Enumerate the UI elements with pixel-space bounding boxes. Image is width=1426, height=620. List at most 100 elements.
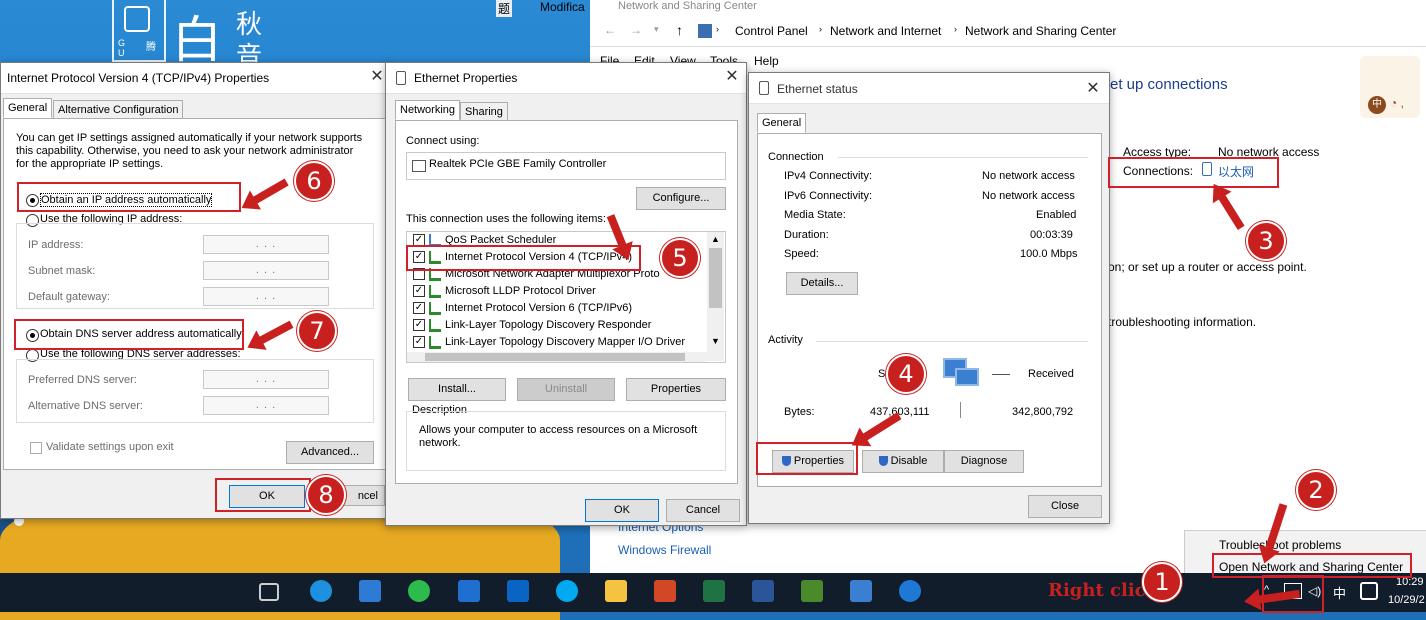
brand-small-text: 腾 [146, 42, 156, 53]
divider [816, 341, 1088, 342]
file-explorer-icon[interactable] [605, 580, 627, 602]
brand-shield-icon [124, 6, 150, 32]
scroll-thumb[interactable] [709, 248, 722, 308]
validate-checkbox[interactable] [30, 442, 42, 454]
cancel-button[interactable]: Cancel [666, 499, 740, 522]
wechat-icon[interactable] [408, 580, 430, 602]
edge-icon[interactable] [899, 580, 921, 602]
desktop-window-text: 题 [496, 0, 513, 17]
path-chevron-icon: › [819, 24, 822, 34]
desktop-window-text-2: Modifica [540, 0, 585, 14]
networking-panel: Connect using: Realtek PCIe GBE Family C… [395, 120, 738, 484]
outlook-icon[interactable] [507, 580, 529, 602]
scroll-down-icon[interactable]: ▼ [711, 336, 720, 346]
app-icon[interactable] [801, 580, 823, 602]
list-item[interactable]: ✓ Microsoft LLDP Protocol Driver [413, 283, 596, 300]
adapter-box: Realtek PCIe GBE Family Controller [406, 152, 726, 180]
preferred-dns-field[interactable]: . . . [203, 370, 329, 389]
connection-label: Connection [768, 151, 824, 163]
windows-firewall-link[interactable]: Windows Firewall [618, 543, 711, 557]
ethernet-icon [759, 81, 769, 95]
tab-alternative-configuration[interactable]: Alternative Configuration [53, 100, 184, 120]
highlight-auto-ip [17, 182, 241, 212]
ipv4-connectivity-label: IPv4 Connectivity: [784, 170, 873, 182]
preferred-dns-label: Preferred DNS server: [28, 374, 137, 386]
advanced-button[interactable]: Advanced... [286, 441, 374, 464]
menu-item-troubleshoot[interactable]: Troubleshoot problems [1219, 538, 1341, 552]
back-icon[interactable]: ← [604, 23, 616, 37]
address-bar[interactable]: ← → ▾ ↑ › Control Panel › Network and In… [590, 18, 1426, 47]
clock-date[interactable]: 10/29/2 [1388, 594, 1425, 606]
ok-button[interactable]: OK [585, 499, 659, 522]
remote-desktop-icon[interactable] [850, 580, 872, 602]
connect-using-label: Connect using: [406, 135, 480, 147]
list-item[interactable]: ✓ Link-Layer Topology Discovery Responder [413, 317, 651, 334]
list-scrollbar[interactable]: ▲ ▼ [707, 232, 724, 361]
details-button[interactable]: Details... [786, 272, 858, 295]
item-checkbox[interactable]: ✓ [413, 336, 425, 349]
step-marker-4: 4 [886, 354, 926, 394]
q-app-icon[interactable] [1360, 582, 1378, 600]
disable-label: Disable [890, 455, 928, 467]
browser-icon[interactable] [310, 580, 332, 602]
mail-bird-icon[interactable] [359, 580, 381, 602]
alternative-dns-field[interactable]: . . . [203, 396, 329, 415]
speed-label: Speed: [784, 248, 819, 260]
skype-icon[interactable] [556, 580, 578, 602]
close-icon[interactable]: ✕ [1083, 79, 1103, 99]
default-gateway-field[interactable]: . . . [203, 287, 329, 306]
window-title-bar: Network and Sharing Center [590, 0, 1426, 16]
subnet-mask-field[interactable]: . . . [203, 261, 329, 280]
ip-address-label: IP address: [28, 239, 84, 251]
scroll-up-icon[interactable]: ▲ [711, 234, 720, 244]
close-button[interactable]: Close [1028, 495, 1102, 518]
menu-help[interactable]: Help [754, 54, 779, 68]
step-marker-8: 8 [306, 475, 346, 515]
up-icon[interactable]: ↑ [676, 22, 683, 38]
highlight-connections [1108, 157, 1279, 188]
install-button[interactable]: Install... [408, 378, 506, 401]
window-title: Network and Sharing Center [618, 0, 757, 12]
step-marker-2: 2 [1296, 470, 1336, 510]
close-icon[interactable]: ✕ [367, 67, 387, 87]
item-label: Link-Layer Topology Discovery Mapper I/O… [445, 336, 686, 348]
h-scroll-thumb[interactable] [425, 353, 685, 361]
close-icon[interactable]: ✕ [722, 67, 742, 87]
ime-indicator[interactable]: 中 [1333, 583, 1346, 602]
section-heading: et up connections [1110, 76, 1228, 93]
breadcrumb-sharing-center[interactable]: Network and Sharing Center [965, 24, 1116, 38]
item-checkbox[interactable]: ✓ [413, 302, 425, 315]
activity-label: Activity [768, 334, 803, 346]
breadcrumb-network-internet[interactable]: Network and Internet [830, 24, 941, 38]
tab-general[interactable]: General [3, 98, 53, 118]
powerpoint-icon[interactable] [654, 580, 676, 602]
disable-button[interactable]: Disable [862, 450, 944, 473]
step-marker-1: 1 [1142, 562, 1182, 602]
tab-sharing[interactable]: Sharing [460, 102, 508, 122]
highlight-ok [215, 478, 311, 512]
security-shield-icon[interactable] [458, 580, 480, 602]
configure-button[interactable]: Configure... [636, 187, 726, 210]
item-checkbox[interactable]: ✓ [413, 319, 425, 332]
tab-general[interactable]: General [757, 113, 807, 133]
task-view-icon[interactable] [259, 583, 279, 601]
list-item[interactable]: ✓ Link-Layer Topology Discovery Mapper I/… [413, 334, 685, 351]
forward-icon[interactable]: → [630, 23, 642, 37]
adapter-icon [412, 160, 426, 172]
item-checkbox[interactable]: ✓ [413, 285, 425, 298]
excel-icon[interactable] [703, 580, 725, 602]
ip-address-field[interactable]: . . . [203, 235, 329, 254]
adapter-name: Realtek PCIe GBE Family Controller [429, 158, 607, 170]
avatar: 中 ◔ , [1360, 56, 1420, 118]
word-icon[interactable] [752, 580, 774, 602]
step-marker-5: 5 [660, 238, 700, 278]
highlight-ipv4 [406, 245, 641, 271]
list-item[interactable]: ✓ Internet Protocol Version 6 (TCP/IPv6) [413, 300, 632, 317]
breadcrumb-control-panel[interactable]: Control Panel [735, 24, 808, 38]
horizontal-scrollbar[interactable] [407, 352, 707, 362]
step-marker-3: 3 [1246, 221, 1286, 261]
recent-dropdown-icon[interactable]: ▾ [654, 24, 659, 35]
properties-button[interactable]: Properties [626, 378, 726, 401]
diagnose-button[interactable]: Diagnose [944, 450, 1024, 473]
tab-networking[interactable]: Networking [395, 100, 461, 120]
